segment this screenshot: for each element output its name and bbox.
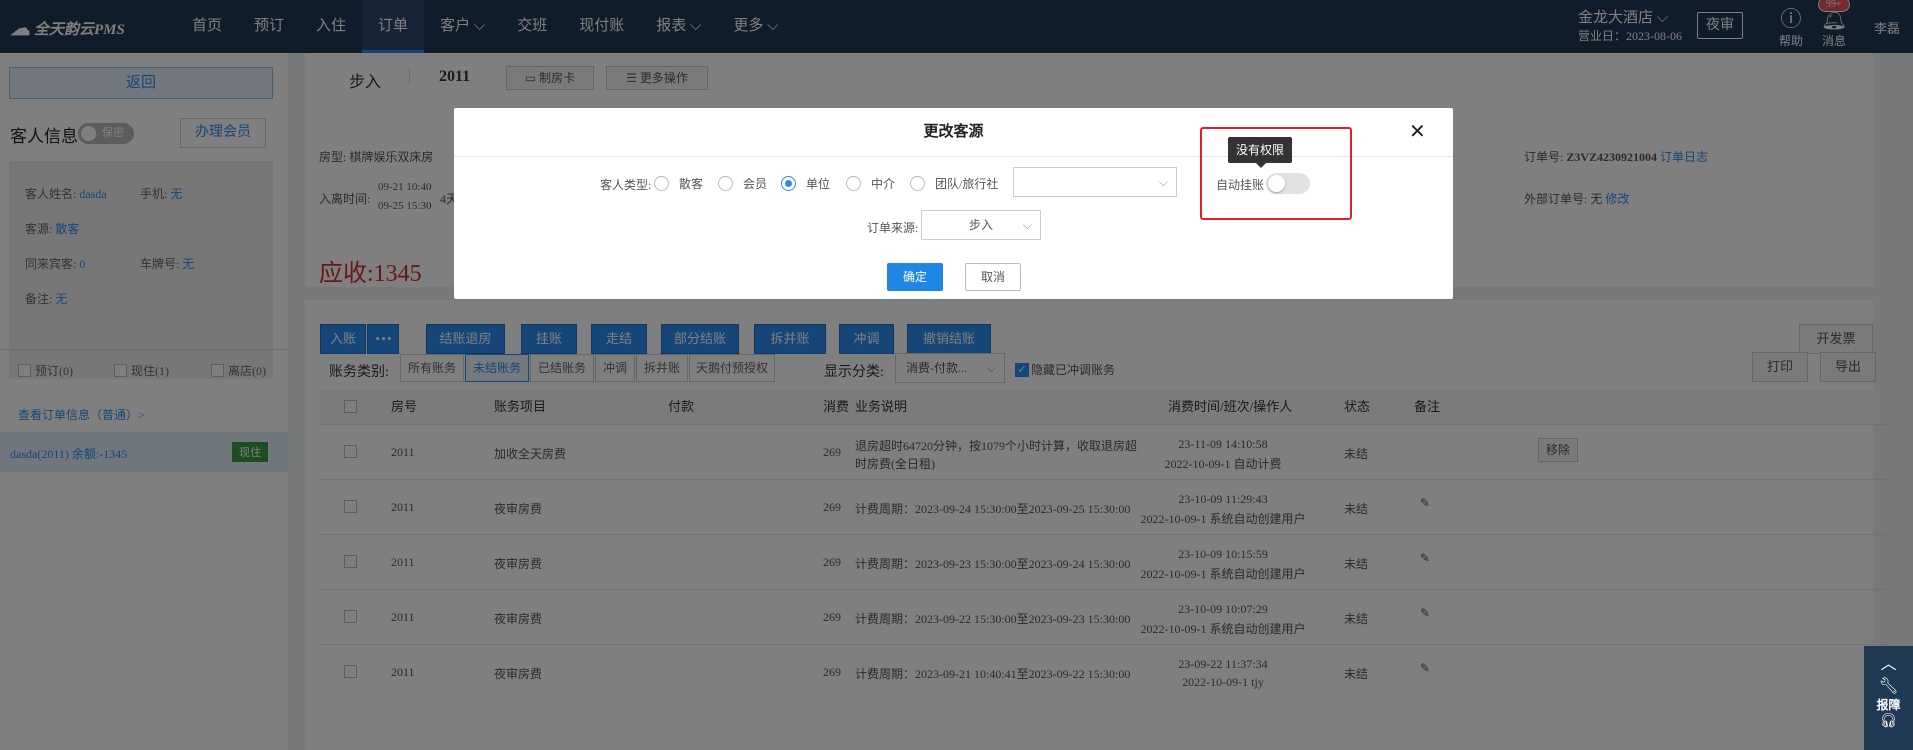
- order-source-select[interactable]: 步入 ⌵: [921, 210, 1041, 240]
- floating-toolbar: ︿ 🔧︎ 报障 🎧︎: [1864, 646, 1913, 750]
- confirm-button[interactable]: 确定: [887, 263, 943, 291]
- radio-circle[interactable]: [910, 176, 925, 191]
- radio-agent[interactable]: 中介: [846, 175, 895, 192]
- company-select[interactable]: ⌵: [1013, 167, 1177, 197]
- chevron-down-icon: ⌵: [1022, 218, 1032, 232]
- radio-circle[interactable]: [718, 176, 733, 191]
- cancel-button[interactable]: 取消: [965, 263, 1021, 291]
- report-issue-button[interactable]: 报障: [1864, 696, 1913, 713]
- radio-member[interactable]: 会员: [718, 175, 767, 192]
- radio-circle[interactable]: [846, 176, 861, 191]
- wrench-icon[interactable]: 🔧︎: [1864, 676, 1913, 696]
- change-source-dialog: 更改客源 ✕ 客人类型: 散客 会员 单位 中介 团队/旅行社 ⌵ 自动挂账 没…: [454, 108, 1453, 299]
- radio-group[interactable]: 团队/旅行社: [910, 175, 998, 192]
- radio-company[interactable]: 单位: [781, 175, 830, 192]
- highlight-box: [1200, 127, 1352, 220]
- radio-circle[interactable]: [654, 176, 669, 191]
- radio-circle-selected[interactable]: [781, 176, 796, 191]
- headset-icon[interactable]: 🎧︎: [1864, 713, 1913, 730]
- close-icon[interactable]: ✕: [1409, 122, 1426, 142]
- chevron-down-icon: ⌵: [1158, 175, 1168, 189]
- radio-walkin[interactable]: 散客: [654, 175, 703, 192]
- order-source-label: 订单来源:: [867, 221, 919, 235]
- chevron-up-icon[interactable]: ︿: [1864, 646, 1913, 674]
- guest-type-label: 客人类型:: [600, 178, 652, 192]
